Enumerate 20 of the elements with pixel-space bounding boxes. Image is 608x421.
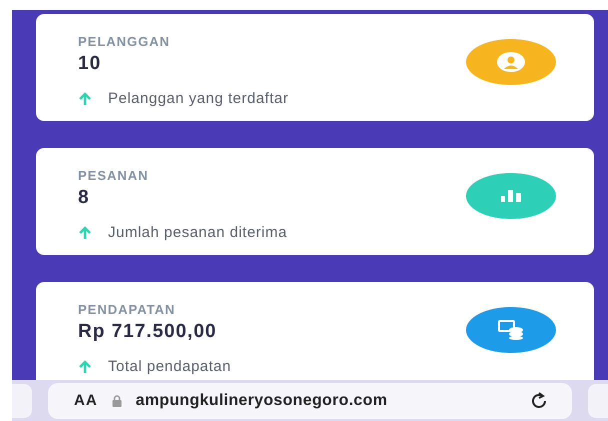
arrow-up-icon (78, 226, 92, 240)
reload-icon[interactable] (530, 392, 548, 410)
arrow-up-icon (78, 92, 92, 106)
stat-label: PELANGGAN (78, 34, 172, 49)
stat-label: PENDAPATAN (78, 302, 176, 317)
user-icon (497, 52, 525, 72)
stat-label: PESANAN (78, 168, 150, 183)
url-text: ampungkulineryosonegoro.com (136, 392, 388, 410)
stat-value: 10 (78, 53, 102, 75)
stat-note: Total pendapatan (108, 358, 232, 375)
stat-value: Rp 717.500,00 (78, 321, 218, 343)
lock-icon (112, 394, 122, 406)
cash-coins-icon (498, 320, 524, 340)
stat-note: Jumlah pesanan diterima (108, 224, 288, 241)
stat-value: 8 (78, 187, 91, 209)
stat-note: Pelanggan yang terdaftar (108, 90, 288, 107)
address-field[interactable]: AA ampungkulineryosonegoro.com (48, 382, 572, 418)
text-size-button[interactable]: AA (74, 392, 98, 409)
arrow-up-icon (78, 360, 92, 374)
bar-chart-icon (501, 190, 521, 202)
